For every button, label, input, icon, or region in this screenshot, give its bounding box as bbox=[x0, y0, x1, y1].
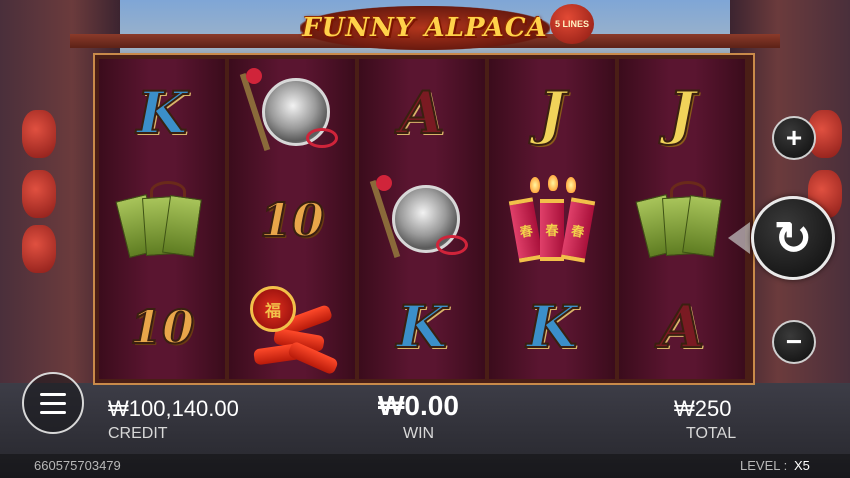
gong-symbol bbox=[359, 166, 485, 273]
plus-icon: + bbox=[785, 122, 803, 153]
menu-button[interactable] bbox=[22, 372, 84, 434]
reel-frame: K 10 10 福 A K J 春 春 春 K J A bbox=[93, 53, 755, 385]
cracker-stick: 春 bbox=[508, 196, 544, 263]
jade-fan-symbol bbox=[619, 166, 745, 273]
symbol-a-text: A bbox=[658, 292, 705, 361]
total-bet-value: ₩250 bbox=[674, 396, 732, 421]
hamburger-icon-line bbox=[40, 392, 66, 396]
session-id: 660575703479 bbox=[34, 458, 121, 473]
symbol-a: A bbox=[359, 59, 485, 166]
symbol-k: K bbox=[359, 273, 485, 380]
minus-icon: − bbox=[785, 326, 803, 357]
symbol-k: K bbox=[489, 273, 615, 380]
symbol-k: K bbox=[99, 59, 225, 166]
symbol-k-text: K bbox=[526, 292, 578, 361]
credit-value: ₩100,140.00 bbox=[108, 396, 239, 421]
game-title-logo: FUNNY ALPACA bbox=[300, 6, 550, 50]
decrease-bet-button[interactable]: − bbox=[772, 320, 816, 364]
symbol-a-text: A bbox=[398, 78, 445, 147]
refresh-icon: ↻ bbox=[773, 212, 813, 264]
symbol-10-text: 10 bbox=[129, 299, 195, 354]
symbol-j-text: J bbox=[667, 78, 696, 147]
symbol-j-text: J bbox=[537, 78, 566, 147]
cracker-stick: 春 bbox=[560, 196, 596, 263]
reel-3: A K bbox=[359, 59, 485, 379]
level-value: X5 bbox=[794, 458, 810, 473]
hamburger-icon-line bbox=[40, 401, 66, 405]
reel-2: 10 福 bbox=[229, 59, 355, 379]
lines-badge: 5 LINES bbox=[550, 4, 594, 44]
jade-fan-symbol bbox=[99, 166, 225, 273]
game-header: FUNNY ALPACA 5 LINES bbox=[0, 0, 850, 58]
lantern-left-3 bbox=[22, 225, 56, 273]
total-bet-label: TOTAL bbox=[686, 425, 737, 442]
lantern-left-1 bbox=[22, 110, 56, 158]
gong-symbol bbox=[229, 59, 355, 166]
symbol-a: A bbox=[619, 273, 745, 380]
status-bar bbox=[0, 454, 850, 478]
symbol-10-text: 10 bbox=[259, 192, 325, 247]
win-label: WIN bbox=[403, 425, 435, 442]
symbol-k-text: K bbox=[136, 78, 188, 147]
symbol-j: J bbox=[489, 59, 615, 166]
symbol-k-text: K bbox=[396, 292, 448, 361]
symbol-10: 10 bbox=[99, 273, 225, 380]
spin-button[interactable]: ↻ bbox=[751, 196, 835, 280]
firecracker-sticks-symbol: 春 春 春 bbox=[489, 166, 615, 273]
lantern-left-2 bbox=[22, 170, 56, 218]
spin-arrow-hint bbox=[728, 222, 750, 254]
symbol-10: 10 bbox=[229, 166, 355, 273]
increase-bet-button[interactable]: + bbox=[772, 116, 816, 160]
cracker-stick: 春 bbox=[540, 198, 564, 261]
level-label: LEVEL : bbox=[740, 458, 788, 473]
reel-1: K 10 bbox=[99, 59, 225, 379]
fortune-seal: 福 bbox=[250, 285, 296, 332]
hamburger-icon-line bbox=[40, 410, 66, 414]
reel-4: J 春 春 春 K bbox=[489, 59, 615, 379]
red-firecracker-bundle-symbol: 福 bbox=[229, 273, 355, 380]
win-value: ₩0.00 bbox=[378, 390, 459, 421]
credit-label: CREDIT bbox=[108, 425, 168, 442]
symbol-j: J bbox=[619, 59, 745, 166]
reel-5: J A bbox=[619, 59, 745, 379]
